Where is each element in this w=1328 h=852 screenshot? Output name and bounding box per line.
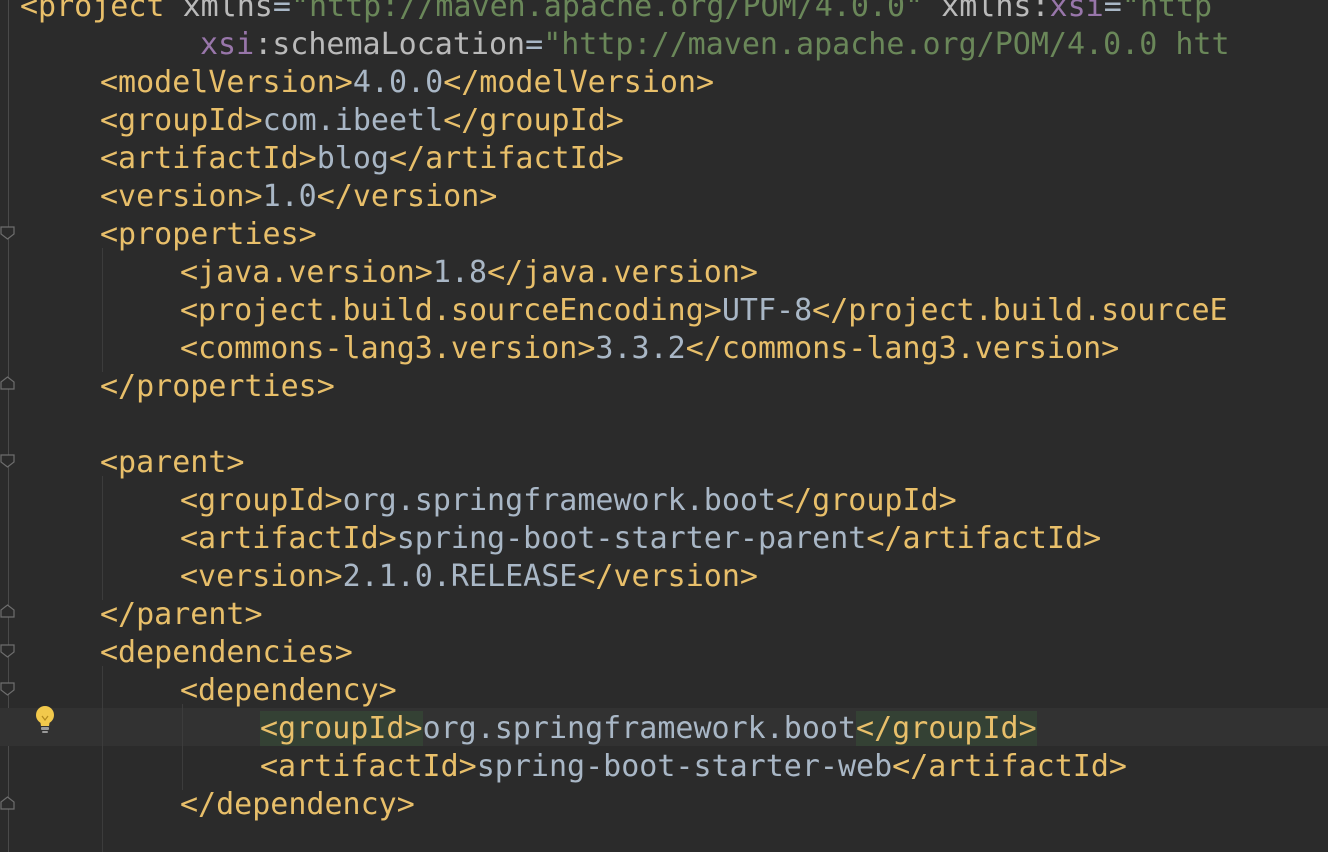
fold-marker-icon[interactable] — [0, 682, 15, 696]
code-token-tag: <commons-lang3.version> — [180, 331, 596, 366]
code-line[interactable]: <dependency> — [180, 672, 397, 710]
fold-marker-icon[interactable] — [0, 226, 15, 240]
indent-guide — [182, 704, 183, 790]
code-token-tag: </groupId> — [443, 103, 624, 138]
code-line[interactable]: <artifactId>blog</artifactId> — [100, 140, 624, 178]
fold-marker-icon[interactable] — [0, 796, 15, 810]
code-token-txt: = — [525, 27, 544, 62]
code-token-tag: <dependencies> — [100, 635, 353, 670]
code-token-tag: <groupId> — [180, 483, 343, 518]
code-token-val: "http://maven.apache.org/POM/4.0.0" — [290, 0, 924, 24]
code-line[interactable]: xsi:schemaLocation="http://maven.apache.… — [200, 26, 1230, 64]
code-line[interactable]: <dependencies> — [100, 634, 353, 672]
code-token-txt: spring-boot-starter-parent — [396, 521, 867, 556]
fold-marker-icon[interactable] — [0, 376, 15, 390]
fold-marker-icon[interactable] — [0, 604, 15, 618]
code-token-tag: <project — [20, 0, 183, 24]
code-token-txt: spring-boot-starter-web — [476, 749, 893, 784]
code-token-tag: </groupId> — [856, 711, 1037, 746]
code-token-tag: </java.version> — [487, 255, 758, 290]
code-token-tag: <artifactId> — [180, 521, 397, 556]
code-token-tag: <java.version> — [180, 255, 433, 290]
code-line[interactable]: <parent> — [100, 444, 245, 482]
code-token-txt: UTF-8 — [721, 293, 813, 328]
code-line[interactable]: <groupId>org.springframework.boot</group… — [180, 482, 957, 520]
code-editor[interactable]: <project xmlns="http://maven.apache.org/… — [0, 0, 1328, 852]
code-line[interactable]: <modelVersion>4.0.0</modelVersion> — [100, 64, 714, 102]
code-line[interactable]: <java.version>1.8</java.version> — [180, 254, 758, 292]
code-token-txt: 1.8 — [432, 255, 488, 290]
code-token-tag: </project.build.sourceE — [812, 293, 1228, 328]
code-token-attr: xmlns: — [941, 0, 1050, 24]
intention-bulb-icon[interactable] — [32, 704, 58, 736]
code-token-attr: :schemaLocation — [254, 27, 526, 62]
code-token-txt: 2.1.0.RELEASE — [342, 559, 578, 594]
code-token-tag: </parent> — [100, 597, 263, 632]
code-token-txt: blog — [316, 141, 389, 176]
code-token-tag: </artifactId> — [866, 521, 1102, 556]
indent-guide — [102, 248, 103, 372]
code-line[interactable]: <version>2.1.0.RELEASE</version> — [180, 558, 758, 596]
code-token-tag: <project.build.sourceEncoding> — [180, 293, 722, 328]
code-line[interactable]: </dependency> — [180, 786, 415, 824]
code-token-attr: xmlns — [182, 0, 273, 24]
code-token-txt: = — [272, 0, 291, 24]
code-line[interactable]: <groupId>org.springframework.boot</group… — [260, 710, 1037, 748]
code-token-tag: </modelVersion> — [443, 65, 715, 100]
code-token-tag: </version> — [577, 559, 758, 594]
code-token-txt: 1.0 — [262, 179, 317, 214]
code-line[interactable]: <properties> — [100, 216, 317, 254]
code-token-tag: </groupId> — [776, 483, 957, 518]
code-token-ns: xsi — [1049, 0, 1104, 24]
code-token-tag: </version> — [316, 179, 498, 214]
code-token-val: "http://maven.apache.org/POM/4.0.0 htt — [543, 27, 1230, 62]
code-token-txt: org.springframework.boot — [422, 711, 857, 746]
code-token-txt: org.springframework.boot — [342, 483, 777, 518]
code-line[interactable]: </parent> — [100, 596, 263, 634]
code-token-ns: xsi — [200, 27, 255, 62]
code-token-tag: </artifactId> — [892, 749, 1127, 784]
code-token-tag: <artifactId> — [100, 141, 317, 176]
indent-guide — [102, 476, 103, 600]
code-line[interactable]: <version>1.0</version> — [100, 178, 497, 216]
code-token-txt: com.ibeetl — [262, 103, 444, 138]
code-token-tag: <version> — [180, 559, 343, 594]
fold-marker-icon[interactable] — [0, 644, 15, 658]
code-token-txt: = — [1103, 0, 1122, 24]
fold-marker-icon[interactable] — [0, 454, 15, 468]
code-line[interactable]: <groupId>com.ibeetl</groupId> — [100, 102, 624, 140]
code-token-tag: <groupId> — [100, 103, 263, 138]
code-token-tag: </commons-lang3.version> — [685, 331, 1120, 366]
code-token-tag: <modelVersion> — [100, 65, 353, 100]
code-token-tag: </properties> — [100, 369, 335, 404]
code-token-tag: <version> — [100, 179, 263, 214]
code-line[interactable]: <artifactId>spring-boot-starter-parent</… — [180, 520, 1101, 558]
code-token-tag: <parent> — [100, 445, 245, 480]
code-token-val: "http — [1121, 0, 1213, 24]
code-line[interactable]: <artifactId>spring-boot-starter-web</art… — [260, 748, 1127, 786]
code-token-tag: <dependency> — [180, 673, 397, 708]
code-token-tag: <artifactId> — [260, 749, 477, 784]
code-token-tag: </dependency> — [180, 787, 415, 822]
code-token-txt: 4.0.0 — [352, 65, 444, 100]
indent-guide — [102, 666, 103, 852]
code-line[interactable]: <project.build.sourceEncoding>UTF-8</pro… — [180, 292, 1228, 330]
code-token-tag: <properties> — [100, 217, 317, 252]
code-token-txt: 3.3.2 — [595, 331, 686, 366]
code-line[interactable]: <project xmlns="http://maven.apache.org/… — [20, 0, 1212, 26]
code-token-tag: </artifactId> — [389, 141, 624, 176]
code-line[interactable]: </properties> — [100, 368, 335, 406]
code-token-tag: <groupId> — [260, 711, 423, 746]
code-line[interactable]: <commons-lang3.version>3.3.2</commons-la… — [180, 330, 1119, 368]
